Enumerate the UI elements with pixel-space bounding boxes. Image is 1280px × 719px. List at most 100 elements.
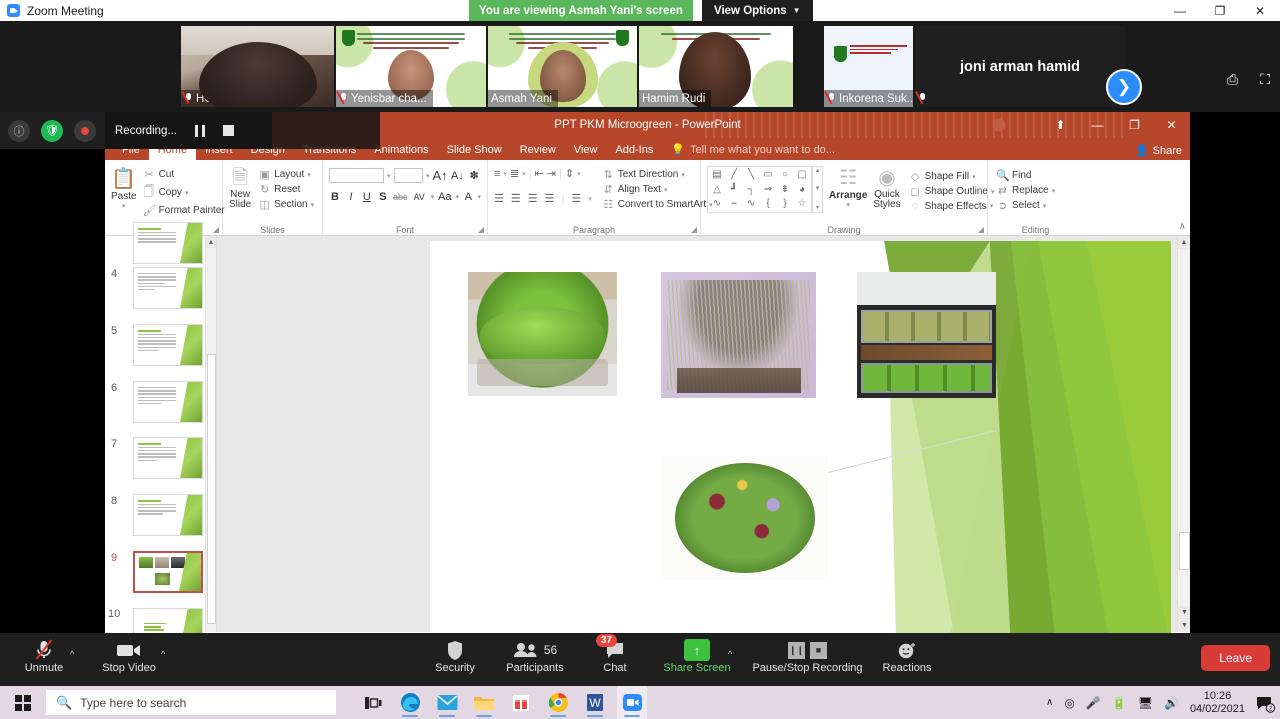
clipboard-dialog-launcher-icon[interactable]: ◢ <box>213 225 219 234</box>
character-spacing-button[interactable]: AV <box>412 192 427 202</box>
microphone-icon[interactable]: 🎤 <box>1086 696 1101 710</box>
video-tile-humas-kristin[interactable]: HUMAS kristin <box>181 26 334 107</box>
current-slide[interactable] <box>430 241 1171 633</box>
font-color-button[interactable]: A <box>463 191 473 203</box>
next-participants-page-button[interactable]: ❯ <box>1106 69 1142 105</box>
stop-recording-button[interactable] <box>223 125 235 136</box>
picture-in-picture-icon[interactable]: ⎙ <box>1227 71 1238 88</box>
bulleted-list-icon[interactable]: ≡ <box>494 168 500 180</box>
cut-button[interactable]: ✂ Cut <box>141 167 227 182</box>
tab-slide-show[interactable]: Slide Show <box>438 142 511 160</box>
shape-right-arrow-icon[interactable]: ⇝ <box>760 183 776 196</box>
toolbar-stop-video-button[interactable]: Stop Video <box>90 638 168 674</box>
show-hidden-icons-button[interactable]: ∧ <box>1046 697 1053 708</box>
new-slide-button[interactable]: 🗎 New Slide <box>229 166 251 212</box>
shape-wave-icon[interactable]: ∿ <box>743 197 759 210</box>
shapes-scroll-down-icon[interactable]: ▼ <box>815 186 821 192</box>
slide-thumbnail-7[interactable] <box>133 437 203 479</box>
task-view-icon[interactable] <box>358 686 388 719</box>
video-tile-asmah-yani[interactable]: Asmah Yani <box>488 26 637 107</box>
slide-thumbnail-8[interactable] <box>133 494 203 536</box>
shape-scribble-icon[interactable]: ∿ <box>709 197 725 210</box>
quick-styles-button[interactable]: ◉ Quick Styles <box>873 166 900 213</box>
shape-arc-icon[interactable]: ⌢ <box>726 197 742 210</box>
tell-me-search-box[interactable]: 💡 Tell me what you want to do... <box>662 140 844 160</box>
align-center-icon[interactable]: ☰ <box>511 192 521 205</box>
section-button[interactable]: ◫ Section ▾ <box>256 197 316 212</box>
slide-scroll-down-button[interactable]: ▼ <box>1178 606 1190 619</box>
toolbar-participants-button[interactable]: 56 Participants <box>496 638 574 674</box>
numbered-list-icon[interactable]: ≣ <box>510 167 519 180</box>
info-icon[interactable]: ⓘ <box>8 119 30 142</box>
toolbar-chat-button[interactable]: 37 Chat <box>576 634 654 674</box>
copy-button[interactable]: 🗍 Copy ▾ <box>141 182 227 203</box>
tab-view[interactable]: View <box>565 142 607 160</box>
taskbar-search-box[interactable]: 🔍 Type here to search <box>46 690 336 715</box>
format-painter-button[interactable]: 🖌 Format Painter <box>141 203 227 218</box>
fullscreen-icon[interactable]: ⛶ <box>1260 71 1270 88</box>
shapes-gallery[interactable]: ▤ ╱ ╲ ▭ ○ ▢ △ ┛ ┐ ⇝ ⇟ ◕ ∿ ⌢ ∿ {} ☆ <box>707 166 812 213</box>
shape-fill-button[interactable]: ◇ Shape Fill ▾ <box>907 169 997 184</box>
shape-pie-icon[interactable]: ◕ <box>794 183 810 196</box>
align-left-icon[interactable]: ☰ <box>494 192 504 205</box>
slide-editing-pane[interactable]: ▲ ▼ ▼ <box>217 236 1190 633</box>
change-case-button[interactable]: Aa <box>438 191 451 203</box>
slide-image-microgreens-sprouts-purple[interactable] <box>661 272 816 398</box>
columns-icon[interactable]: ☰ <box>571 192 581 205</box>
zoom-icon[interactable] <box>617 686 647 719</box>
text-shadow-button[interactable]: S <box>377 191 389 203</box>
increase-indent-icon[interactable]: ⇥ <box>547 167 556 180</box>
stop-recording-icon[interactable]: ■ <box>810 641 827 659</box>
arrange-button[interactable]: ☷ Arrange ▾ <box>829 166 867 213</box>
slide-thumbnail-pane[interactable]: 4 5 6 7 8 9 10 ▲ <box>105 222 217 633</box>
next-slide-button[interactable]: ▼ <box>1178 619 1190 632</box>
layout-button[interactable]: ▣ Layout ▾ <box>256 167 316 182</box>
thumbnail-scroll-up-button[interactable]: ▲ <box>206 236 216 248</box>
zoom-minimize-button[interactable]: — <box>1160 0 1200 21</box>
video-tile-yenisbar[interactable]: Yenisbar cha... <box>336 26 486 107</box>
toolbar-pause-stop-recording[interactable]: ❙❙ ■ Pause/Stop Recording <box>745 638 870 674</box>
battery-icon[interactable]: 🔋 <box>1112 696 1127 710</box>
slide-image-microgreens-salad-bowl[interactable] <box>662 456 828 580</box>
shape-triangle-icon[interactable]: △ <box>709 183 725 196</box>
pause-recording-icon[interactable]: ❙❙ <box>788 641 805 659</box>
file-explorer-icon[interactable] <box>469 686 499 719</box>
encryption-shield-icon[interactable]: 🛡 <box>41 119 63 142</box>
slide-thumbnail-6[interactable] <box>133 381 203 423</box>
slide-scroll-up-button[interactable]: ▲ <box>1178 236 1190 249</box>
shape-right-brace-icon[interactable]: } <box>777 197 793 210</box>
audio-options-caret-icon[interactable]: ^ <box>70 649 74 659</box>
shape-rectangle-icon[interactable]: ▭ <box>760 168 776 181</box>
webcam-icon[interactable]: ◎ <box>1064 696 1074 710</box>
slide-thumbnail-10[interactable] <box>133 608 203 633</box>
font-dialog-launcher-icon[interactable]: ◢ <box>478 225 484 234</box>
share-button[interactable]: 👤 Share <box>1135 144 1182 158</box>
slide-thumbnail-5[interactable] <box>133 324 203 366</box>
zoom-close-button[interactable]: ✕ <box>1240 0 1280 21</box>
shapes-gallery-scroll[interactable]: ▲ ▼ ▾ <box>812 166 823 213</box>
shape-rounded-rect-icon[interactable]: ▢ <box>794 168 810 181</box>
shape-elbow-arrow-icon[interactable]: ┐ <box>743 183 759 196</box>
shape-elbow-connector-icon[interactable]: ┛ <box>726 183 742 196</box>
slide-image-microgreens-rack-trays[interactable] <box>857 272 996 398</box>
font-size-input[interactable] <box>393 168 423 183</box>
reset-button[interactable]: ↻ Reset <box>256 182 316 197</box>
leave-meeting-button[interactable]: Leave <box>1201 645 1270 671</box>
slide-thumbnail-9[interactable] <box>132 550 204 594</box>
find-button[interactable]: 🔍 Find <box>994 168 1077 183</box>
video-options-caret-icon[interactable]: ^ <box>161 649 165 659</box>
convert-to-smartart-button[interactable]: ☷ Convert to SmartArt ▾ <box>600 197 715 212</box>
line-spacing-icon[interactable]: ⇕ <box>565 167 574 180</box>
slide-thumbnail-3[interactable] <box>133 222 203 264</box>
shape-star-icon[interactable]: ☆ <box>794 197 810 210</box>
paragraph-dialog-launcher-icon[interactable]: ◢ <box>691 225 697 234</box>
underline-button[interactable]: U <box>361 191 373 203</box>
shape-arrow-icon[interactable]: ╲ <box>743 168 759 181</box>
toolbar-share-screen-button[interactable]: ↑ Share Screen <box>658 638 736 674</box>
zoom-restore-button[interactable]: ❐ <box>1200 0 1240 21</box>
action-center-icon[interactable]: 2 <box>1256 695 1276 713</box>
pause-recording-button[interactable] <box>195 124 206 137</box>
shape-effects-button[interactable]: ◌ Shape Effects ▾ <box>907 199 997 213</box>
tab-add-ins[interactable]: Add-Ins <box>606 142 662 160</box>
text-direction-button[interactable]: ⇅ Text Direction ▾ <box>600 167 715 182</box>
